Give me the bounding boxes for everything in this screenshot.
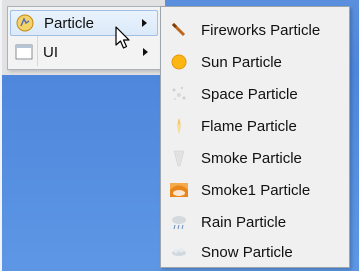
mouse-cursor-icon: [115, 26, 135, 52]
submenu-item-label: Sun Particle: [201, 53, 282, 71]
space-icon: [169, 84, 189, 104]
smoke1-icon: [169, 180, 189, 200]
submenu-item-smoke1[interactable]: Smoke1 Particle: [163, 175, 347, 205]
flame-icon: [169, 116, 189, 136]
submenu-arrow-icon: [143, 48, 148, 56]
menu-item-label: Particle: [44, 14, 95, 32]
submenu-item-fireworks[interactable]: Fireworks Particle: [163, 15, 347, 45]
menu-item-label: UI: [43, 43, 58, 61]
submenu-item-label: Space Particle: [201, 85, 298, 103]
submenu-item-space[interactable]: Space Particle: [163, 79, 347, 109]
fireworks-icon: [169, 20, 189, 40]
rain-icon: [169, 212, 189, 232]
submenu-item-label: Snow Particle: [201, 243, 293, 261]
snow-icon: [169, 242, 189, 262]
window-icon: [14, 42, 34, 62]
submenu-item-smoke[interactable]: Smoke Particle: [163, 143, 347, 173]
submenu-item-label: Fireworks Particle: [201, 21, 321, 39]
submenu-item-flame[interactable]: Flame Particle: [163, 111, 347, 141]
menu-item-ui[interactable]: UI: [10, 39, 158, 65]
particle-icon: [15, 13, 35, 33]
particle-submenu: Fireworks Particle Sun Particle Space Pa…: [160, 6, 350, 268]
submenu-item-label: Rain Particle: [201, 213, 287, 231]
smoke-icon: [169, 148, 189, 168]
menu-item-particle[interactable]: Particle: [10, 10, 158, 36]
context-menu: Particle UI: [7, 6, 161, 70]
submenu-item-snow[interactable]: Snow Particle: [163, 237, 347, 267]
window-edge: [0, 0, 2, 271]
submenu-arrow-icon: [142, 19, 147, 27]
submenu-item-sun[interactable]: Sun Particle: [163, 47, 347, 77]
submenu-item-label: Smoke1 Particle: [201, 181, 311, 199]
submenu-item-label: Smoke Particle: [201, 149, 302, 167]
sun-icon: [169, 52, 189, 72]
submenu-item-label: Flame Particle: [201, 117, 297, 135]
submenu-item-rain[interactable]: Rain Particle: [163, 207, 347, 237]
